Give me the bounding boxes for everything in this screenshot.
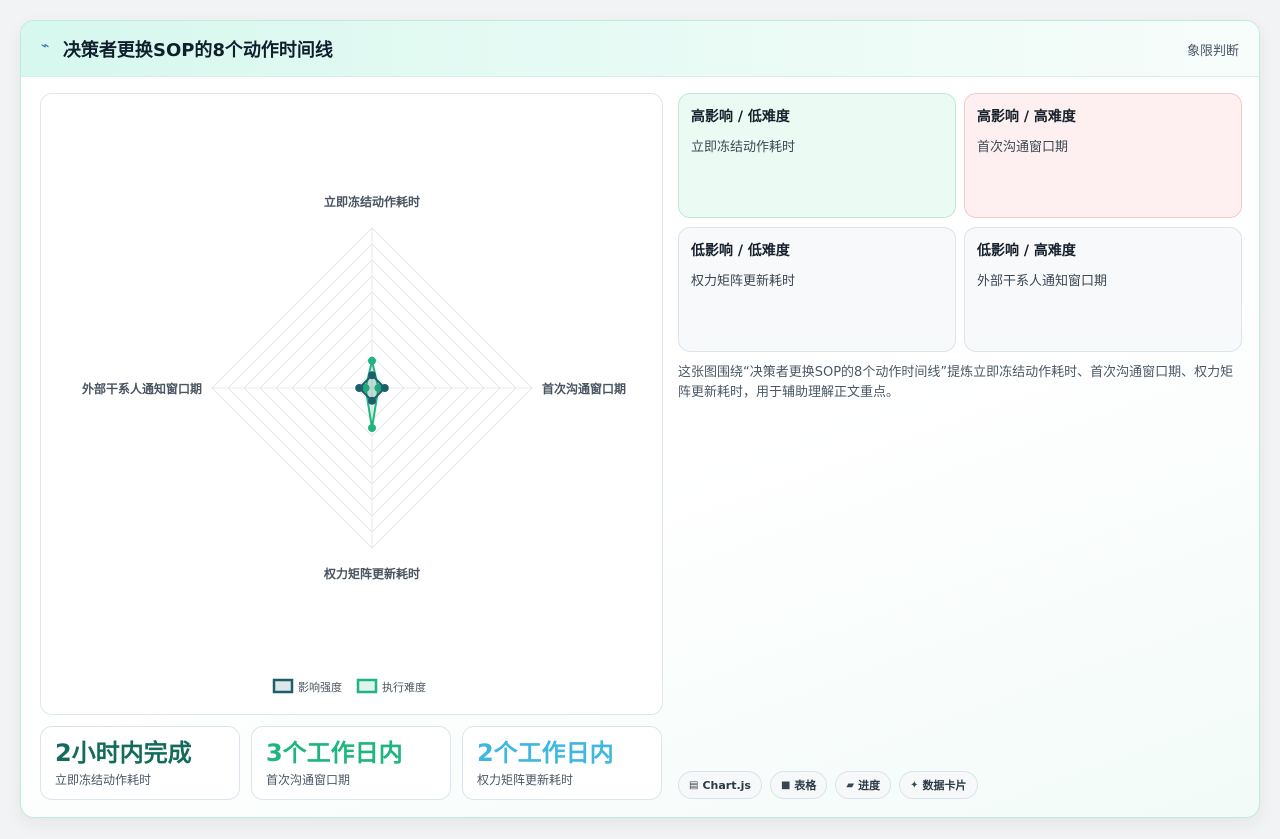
stat-card: 2个工作日内 权力矩阵更新耗时	[462, 726, 662, 800]
radar-data-point	[368, 356, 376, 365]
quadrant-judgement-label: 象限判断	[1186, 44, 1239, 59]
quadrant-item: 权力矩阵更新耗时	[691, 274, 796, 289]
stat-label: 首次沟通窗口期	[266, 773, 351, 787]
radar-data-point	[368, 396, 376, 405]
stat-value: 2小时内完成	[55, 739, 192, 767]
radar-chart: 立即冻结动作耗时首次沟通窗口期权力矩阵更新耗时 外部干系人通知窗口期影响强度 执行难…	[82, 194, 626, 694]
page-title: 决策者更换SOP的8个动作时间线	[63, 40, 333, 61]
quadrant-title: 低影响 / 低难度	[691, 243, 790, 259]
stat-card: 2小时内完成 立即冻结动作耗时	[40, 726, 240, 800]
legend-label: 执行难度	[382, 680, 426, 694]
quadrant-title: 高影响 / 高难度	[977, 109, 1076, 125]
stat-value: 2个工作日内	[477, 739, 614, 767]
stat-label: 权力矩阵更新耗时	[477, 773, 574, 787]
radar-data-point	[368, 371, 376, 380]
chart-description: 这张图围绕“决策者更换SOP的8个动作时间线”提炼立即冻结动作耗时、首次沟通窗口…	[678, 365, 1234, 400]
radar-axis-label: 立即冻结动作耗时	[324, 194, 420, 209]
tag-label: 数据卡片	[922, 779, 967, 792]
quadrant-high-impact-low-difficulty: 高影响 / 低难度 立即冻结动作耗时	[678, 93, 956, 218]
quadrant-high-impact-high-difficulty: 高影响 / 高难度 首次沟通窗口期	[964, 93, 1242, 218]
legend-swatch	[356, 678, 378, 694]
radar-data-point	[380, 384, 389, 392]
tag-data-cards[interactable]: ✦ 数据卡片	[899, 771, 978, 799]
quadrant-low-impact-low-difficulty: 低影响 / 低难度 权力矩阵更新耗时	[678, 227, 956, 352]
radar-chart-panel: 立即冻结动作耗时首次沟通窗口期权力矩阵更新耗时 外部干系人通知窗口期影响强度 执行难…	[40, 93, 663, 715]
tag-label: 进度	[858, 779, 881, 792]
radar-data-point	[368, 424, 376, 432]
tag-label: Chart.js	[702, 778, 751, 792]
quadrant-title: 低影响 / 高难度	[977, 243, 1076, 259]
quadrant-low-impact-high-difficulty: 低影响 / 高难度 外部干系人通知窗口期	[964, 227, 1242, 352]
tag-label: 表格	[794, 779, 817, 792]
radar-data-point	[355, 384, 364, 392]
stat-value: 3个工作日内	[266, 739, 403, 767]
table-icon: ■	[780, 779, 791, 791]
tag-table[interactable]: ■ 表格	[769, 771, 828, 799]
quadrant-item: 外部干系人通知窗口期	[977, 274, 1108, 289]
quadrant-item: 立即冻结动作耗时	[691, 140, 796, 155]
radar-axis-label: 权力矩阵更新耗时	[323, 566, 420, 581]
radar-axis-label: 外部干系人通知窗口期	[82, 381, 202, 396]
stat-label: 立即冻结动作耗时	[55, 773, 152, 787]
tag-progress[interactable]: ▰ 进度	[835, 771, 892, 799]
header: ⌁ 决策者更换SOP的8个动作时间线 象限判断	[21, 21, 1259, 77]
stat-card: 3个工作日内 首次沟通窗口期	[251, 726, 451, 800]
quadrant-item: 首次沟通窗口期	[977, 140, 1069, 155]
sparkle-icon: ✦	[910, 779, 919, 791]
radar-axis-label: 首次沟通窗口期	[542, 381, 626, 396]
legend-swatch	[272, 678, 294, 694]
chart-line-icon: ⌁	[41, 38, 50, 54]
quadrant-title: 高影响 / 低难度	[691, 109, 790, 125]
tag-chartjs[interactable]: ▤ Chart.js	[678, 771, 762, 799]
progress-icon: ▰	[846, 779, 855, 791]
main-card: ⌁ 决策者更换SOP的8个动作时间线 象限判断 立即冻结动作耗时 首次沟通窗口期权…	[20, 20, 1260, 818]
feature-tags: ▤ Chart.js ■ 表格 ▰ 进度 ✦ 数据卡片	[678, 771, 978, 799]
legend-label: 影响强度	[298, 680, 342, 694]
chart-icon: ▤	[689, 779, 699, 791]
